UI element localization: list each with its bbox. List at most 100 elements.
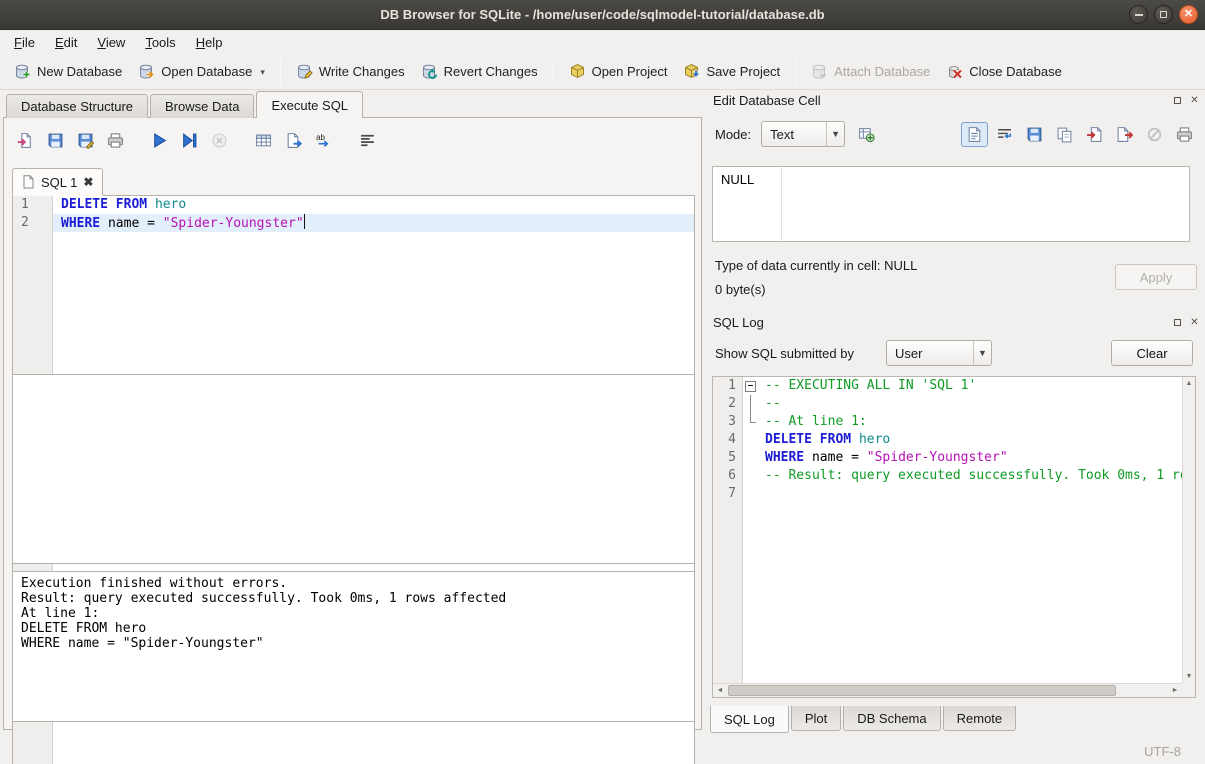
find-replace-icon: ab — [315, 132, 332, 149]
scroll-up-icon[interactable]: ▲ — [1182, 377, 1196, 390]
fold-marker-icon[interactable] — [743, 377, 757, 395]
code-line: 4DELETE FROM hero — [713, 431, 1182, 449]
tab-db-schema[interactable]: DB Schema — [843, 706, 940, 731]
export-results-button[interactable] — [250, 128, 277, 153]
text-cursor — [304, 214, 306, 229]
menu-edit[interactable]: Edit — [45, 32, 87, 53]
title-bar[interactable]: DB Browser for SQLite - /home/user/code/… — [0, 0, 1205, 30]
menu-file[interactable]: File — [4, 32, 45, 53]
sql-file-icon — [22, 175, 35, 189]
scrollbar-track[interactable] — [727, 684, 1168, 697]
save-sql-as-icon — [77, 132, 94, 149]
scrollbar-thumb[interactable] — [728, 685, 1116, 696]
sql-query-tab-label: SQL 1 — [41, 175, 77, 190]
auto-apply-button[interactable] — [853, 122, 880, 147]
line-number: 7 — [713, 485, 743, 503]
sql-log-filter-row: Show SQL submitted by User ▼ Clear — [707, 338, 1201, 368]
svg-text:ab: ab — [316, 133, 325, 142]
menu-help[interactable]: Help — [186, 32, 233, 53]
maximize-button[interactable] — [1154, 5, 1173, 24]
word-wrap-button[interactable] — [991, 122, 1018, 147]
database-new-icon — [14, 63, 31, 80]
fold-guide — [743, 413, 757, 431]
toolbar-separator — [280, 60, 281, 84]
project-save-icon — [683, 63, 700, 80]
attach-database-button[interactable]: Attach Database — [803, 59, 938, 84]
open-project-button[interactable]: Open Project — [561, 59, 676, 84]
database-open-icon — [138, 63, 155, 80]
set-null-button[interactable] — [1141, 122, 1168, 147]
revert-changes-button[interactable]: Revert Changes — [413, 59, 546, 84]
tab-plot[interactable]: Plot — [791, 706, 841, 731]
float-panel-icon[interactable] — [1171, 316, 1184, 329]
line-number: 4 — [713, 431, 743, 449]
open-new-tab-icon — [285, 132, 302, 149]
save-cell-as-button[interactable] — [1021, 122, 1048, 147]
save-sql-as-button[interactable] — [72, 128, 99, 153]
results-grid[interactable] — [12, 374, 695, 564]
export-cell-button[interactable] — [1111, 122, 1138, 147]
menu-view[interactable]: View — [87, 32, 135, 53]
scroll-left-icon[interactable]: ◄ — [713, 684, 727, 697]
close-tab-icon[interactable]: ✖ — [83, 175, 93, 189]
stop-execution-button[interactable] — [206, 128, 233, 153]
tab-sql-log[interactable]: SQL Log — [710, 706, 789, 733]
sql-log-view[interactable]: 1-- EXECUTING ALL IN 'SQL 1'2--3-- At li… — [713, 377, 1182, 697]
open-query-tab-button[interactable] — [280, 128, 307, 153]
minimize-button[interactable] — [1129, 5, 1148, 24]
vertical-scrollbar[interactable]: ▲ ▼ — [1182, 377, 1195, 683]
sql-query-tab[interactable]: SQL 1 ✖ — [12, 168, 103, 196]
code-line: 2WHERE name = "Spider-Youngster" — [13, 214, 694, 232]
execute-current-line-button[interactable] — [176, 128, 203, 153]
cell-editor[interactable]: NULL — [712, 166, 1190, 242]
fold-guide — [743, 449, 757, 467]
close-panel-icon[interactable]: ✕ — [1188, 94, 1201, 107]
open-database-button[interactable]: Open Database ▾ — [130, 59, 273, 84]
chevron-down-icon: ▼ — [826, 122, 844, 146]
scroll-right-icon[interactable]: ► — [1168, 684, 1182, 697]
tab-execute-sql[interactable]: Execute SQL — [256, 91, 363, 118]
sql-toolbar: ab — [12, 128, 384, 153]
tab-browse-data[interactable]: Browse Data — [150, 94, 254, 118]
import-cell-button[interactable] — [1081, 122, 1108, 147]
open-database-dropdown-icon[interactable]: ▾ — [260, 67, 265, 80]
submitted-by-combobox[interactable]: User ▼ — [886, 340, 992, 366]
new-database-button[interactable]: New Database — [6, 59, 130, 84]
text-mode-button[interactable] — [961, 122, 988, 147]
toolbar-separator — [795, 60, 796, 84]
open-sql-file-button[interactable] — [12, 128, 39, 153]
float-panel-icon[interactable] — [1171, 94, 1184, 107]
print-icon — [107, 132, 124, 149]
stop-icon — [211, 132, 228, 149]
export-results-icon — [255, 132, 272, 149]
code-line: 5WHERE name = "Spider-Youngster" — [713, 449, 1182, 467]
app-window: DB Browser for SQLite - /home/user/code/… — [0, 0, 1205, 764]
format-sql-button[interactable] — [354, 128, 381, 153]
apply-button[interactable]: Apply — [1115, 264, 1197, 290]
tab-database-structure[interactable]: Database Structure — [6, 94, 148, 118]
execution-message-area[interactable]: Execution finished without errors. Resul… — [12, 571, 695, 722]
find-replace-button[interactable]: ab — [310, 128, 337, 153]
line-number: 2 — [13, 214, 53, 232]
toolbar-separator — [553, 60, 554, 84]
clear-log-button[interactable]: Clear — [1111, 340, 1193, 366]
mode-label: Mode: — [715, 127, 751, 142]
scroll-down-icon[interactable]: ▼ — [1182, 670, 1196, 683]
close-button[interactable]: ✕ — [1179, 5, 1198, 24]
print-sql-button[interactable] — [102, 128, 129, 153]
database-revert-icon — [421, 63, 438, 80]
close-database-button[interactable]: Close Database — [938, 59, 1070, 84]
menu-tools[interactable]: Tools — [135, 32, 185, 53]
print-cell-button[interactable] — [1171, 122, 1198, 147]
horizontal-scrollbar[interactable]: ◄ ► — [713, 683, 1182, 697]
write-changes-button[interactable]: Write Changes — [288, 59, 413, 84]
mode-combobox[interactable]: Text ▼ — [761, 121, 845, 147]
save-project-button[interactable]: Save Project — [675, 59, 788, 84]
cell-editor-margin — [781, 167, 782, 241]
close-panel-icon[interactable]: ✕ — [1188, 316, 1201, 329]
encoding-indicator: UTF-8 — [1144, 744, 1181, 759]
copy-cell-button[interactable] — [1051, 122, 1078, 147]
tab-remote[interactable]: Remote — [943, 706, 1017, 731]
execute-all-button[interactable] — [146, 128, 173, 153]
save-sql-file-button[interactable] — [42, 128, 69, 153]
